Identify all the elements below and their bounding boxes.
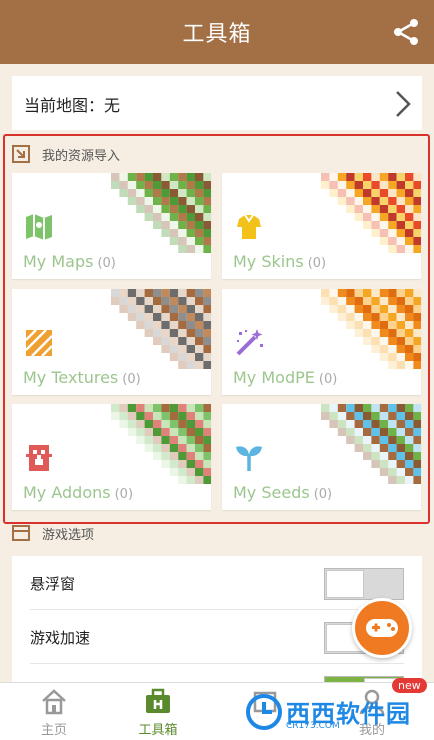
card-title: My Skins [233,252,304,271]
card-artwork [111,289,211,369]
sprout-icon [236,446,262,471]
card-name: My Skins (0) [233,252,326,271]
card-name: My Maps (0) [23,252,116,271]
tab-toolbox-label: 工具箱 [138,723,178,738]
card-title: My ModPE [233,368,315,387]
texture-icon [25,329,53,357]
card-name: My Textures (0) [23,368,141,387]
card-count: (0) [97,256,116,271]
card-count: (0) [307,256,327,271]
resource-card-my-addons[interactable]: My Addons (0) [12,404,211,510]
card-title: My Textures [23,368,119,387]
tab-home-label: 主页 [40,723,67,738]
app-header: 工具箱 [0,0,434,64]
resource-card-my-skins[interactable]: My Skins (0) [222,173,421,279]
card-name: My ModPE (0) [233,368,337,387]
card-title: My Addons [23,483,111,502]
card-count: (0) [318,372,338,387]
card-title: My Seeds [233,483,310,502]
card-artwork [321,289,421,369]
card-title: My Maps [23,252,94,271]
page-title: 工具箱 [182,22,252,47]
card-artwork [321,173,421,253]
card-count: (0) [313,487,333,502]
shirt-icon [237,214,261,239]
creeper-icon [26,445,52,471]
card-name: My Addons (0) [23,483,133,502]
game-speed-label: 游戏加速 [30,629,91,647]
card-artwork [111,404,211,484]
options-icon [12,525,30,541]
watermark: 西西软件园 CR173.COM [246,688,426,736]
resource-card-my-maps[interactable]: My Maps (0) [12,173,211,279]
tab-home[interactable]: 主页 [4,683,104,740]
share-icon[interactable] [392,18,420,46]
card-artwork [111,173,211,253]
watermark-logo-icon [246,694,282,730]
toolbox-icon [146,688,170,713]
floating-window-toggle[interactable] [324,568,404,600]
tab-toolbox[interactable]: 工具箱 [108,683,208,740]
watermark-sub: CR173.COM [286,721,340,731]
home-icon [42,689,66,715]
magic-wand-icon [236,329,263,356]
current-map-row[interactable]: 当前地图：无 [12,76,422,130]
card-name: My Seeds (0) [233,483,332,502]
resource-card-my-seeds[interactable]: My Seeds (0) [222,404,421,510]
resource-card-my-modpe[interactable]: My ModPE (0) [222,289,421,395]
current-map-label: 当前地图：无 [24,96,121,115]
card-artwork [321,404,421,484]
game-options-title: 游戏选项 [42,528,95,543]
game-options-header: 游戏选项 [12,522,312,544]
floating-window-label: 悬浮窗 [30,575,76,593]
resource-card-my-textures[interactable]: My Textures (0) [12,289,211,395]
card-count: (0) [122,372,141,387]
toggle-knob [326,570,364,598]
card-count: (0) [114,487,134,502]
game-controller-button[interactable] [352,598,412,658]
gamepad-icon [366,619,398,637]
chevron-right-icon [396,91,411,117]
map-icon [26,214,52,240]
